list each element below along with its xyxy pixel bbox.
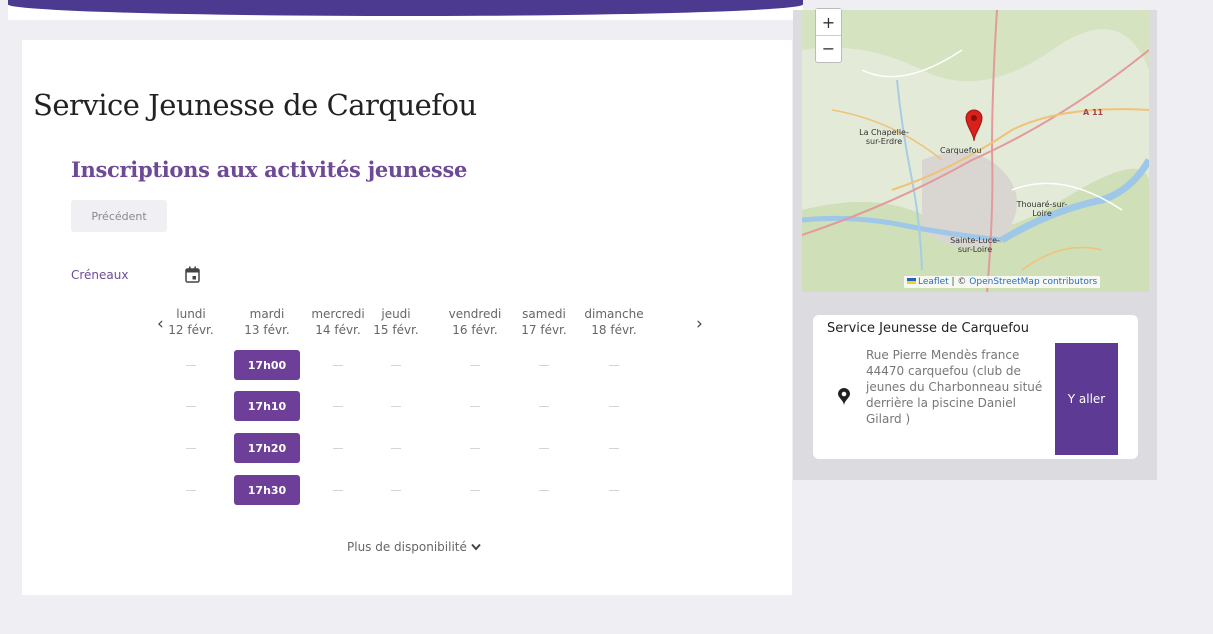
empty-slot	[539, 365, 549, 366]
page-title: Service Jeunesse de Carquefou	[33, 88, 477, 122]
map-label-sainte-luce: Sainte-Luce-sur-Loire	[950, 236, 1000, 254]
day-header: lundi 12 févr.	[155, 306, 227, 338]
leaflet-link[interactable]: Leaflet	[918, 277, 949, 287]
day-date: 12 févr.	[168, 323, 214, 337]
location-title: Service Jeunesse de Carquefou	[827, 321, 1029, 336]
empty-slot	[186, 448, 196, 449]
day-date: 13 févr.	[244, 323, 290, 337]
day-header: jeudi 15 févr.	[360, 306, 432, 338]
booking-card: Service Jeunesse de Carquefou Inscriptio…	[22, 40, 792, 595]
empty-slot	[186, 406, 196, 407]
map-marker-icon[interactable]	[964, 108, 984, 142]
zoom-in-button[interactable]: +	[816, 9, 841, 35]
day-date: 16 févr.	[452, 323, 498, 337]
calendar-icon[interactable]	[185, 266, 200, 283]
empty-slot	[609, 448, 619, 449]
empty-slot	[333, 490, 343, 491]
ukraine-flag-icon	[907, 278, 916, 284]
day-name: samedi	[522, 307, 566, 321]
location-pin-icon	[838, 388, 850, 406]
empty-slot	[333, 448, 343, 449]
more-availability-label: Plus de disponibilité	[347, 540, 467, 554]
map-attribution: Leaflet | © OpenStreetMap contributors	[904, 276, 1101, 288]
map[interactable]: La Chapelle-sur-Erdre Carquefou Thouaré-…	[802, 10, 1149, 292]
empty-slot	[186, 365, 196, 366]
empty-slot	[470, 448, 480, 449]
map-label-thouare: Thouaré-sur-Loire	[1016, 200, 1068, 218]
zoom-out-button[interactable]: −	[816, 35, 841, 61]
empty-slot	[391, 365, 401, 366]
chevron-down-icon	[471, 543, 481, 551]
empty-slot	[333, 365, 343, 366]
empty-slot	[539, 448, 549, 449]
empty-slot	[609, 490, 619, 491]
day-name: jeudi	[381, 307, 411, 321]
day-date: 18 févr.	[591, 323, 637, 337]
time-slot-button[interactable]: 17h20	[234, 433, 300, 463]
next-week-arrow[interactable]: ›	[696, 314, 703, 334]
day-name: mardi	[249, 307, 285, 321]
empty-slot	[539, 406, 549, 407]
day-header: vendredi 16 févr.	[439, 306, 511, 338]
go-button[interactable]: Y aller	[1055, 343, 1118, 455]
empty-slot	[391, 448, 401, 449]
empty-slot	[609, 365, 619, 366]
map-label-chapelle: La Chapelle-sur-Erdre	[859, 128, 909, 146]
page: Service Jeunesse de Carquefou Inscriptio…	[0, 0, 1213, 634]
day-date: 17 févr.	[521, 323, 567, 337]
slots-label: Créneaux	[71, 268, 129, 282]
section-title: Inscriptions aux activités jeunesse	[71, 157, 468, 182]
empty-slot	[391, 490, 401, 491]
time-slot-button[interactable]: 17h10	[234, 391, 300, 421]
time-slot-button[interactable]: 17h30	[234, 475, 300, 505]
osm-link[interactable]: OpenStreetMap contributors	[969, 277, 1097, 287]
day-header: dimanche 18 févr.	[578, 306, 650, 338]
empty-slot	[470, 490, 480, 491]
empty-slot	[609, 406, 619, 407]
empty-slot	[391, 406, 401, 407]
map-zoom-control: + −	[815, 8, 842, 63]
empty-slot	[539, 490, 549, 491]
empty-slot	[470, 365, 480, 366]
day-header: mardi 13 févr.	[231, 306, 303, 338]
empty-slot	[470, 406, 480, 407]
empty-slot	[186, 490, 196, 491]
location-address: Rue Pierre Mendès france 44470 carquefou…	[866, 348, 1043, 426]
location-card: Service Jeunesse de Carquefou Rue Pierre…	[813, 315, 1138, 459]
day-name: vendredi	[448, 307, 502, 321]
map-label-carquefou: Carquefou	[940, 146, 982, 155]
day-name: dimanche	[584, 307, 644, 321]
attribution-separator: | ©	[948, 277, 970, 287]
time-slot-button[interactable]: 17h00	[234, 350, 300, 380]
empty-slot	[333, 406, 343, 407]
map-label-a11: A 11	[1083, 108, 1104, 117]
day-date: 15 févr.	[373, 323, 419, 337]
more-availability-button[interactable]: Plus de disponibilité	[347, 540, 481, 554]
day-header: samedi 17 févr.	[508, 306, 580, 338]
day-name: lundi	[176, 307, 206, 321]
previous-button[interactable]: Précédent	[71, 200, 167, 232]
